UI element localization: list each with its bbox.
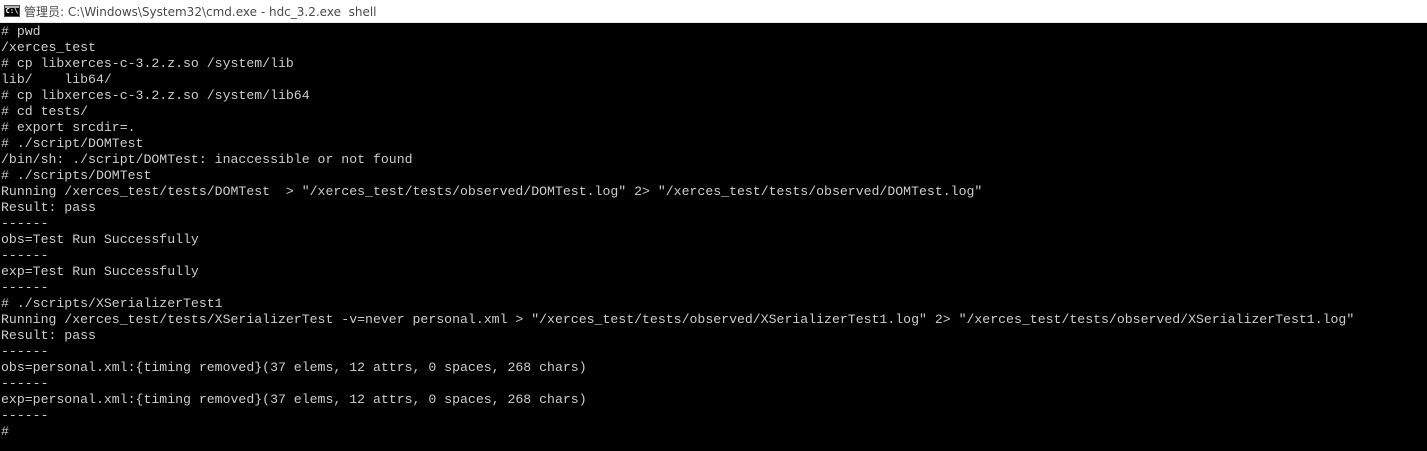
console-line: Result: pass [1, 328, 96, 343]
console-line: ------ [1, 376, 49, 391]
console-line: Result: pass [1, 200, 96, 215]
console-line: exp=personal.xml:{timing removed}(37 ele… [1, 392, 587, 407]
cmd-window: C:\ 管理员: C:\Windows\System32\cmd.exe - h… [0, 0, 1427, 451]
console-line: ------ [1, 408, 49, 423]
console-line: obs=personal.xml:{timing removed}(37 ele… [1, 360, 587, 375]
console-output[interactable]: # pwd /xerces_test # cp libxerces-c-3.2.… [0, 24, 1427, 451]
console-line: Running /xerces_test/tests/DOMTest > "/x… [1, 184, 983, 199]
console-line: /xerces_test [1, 40, 96, 55]
console-line: # [1, 424, 9, 439]
console-line: Running /xerces_test/tests/XSerializerTe… [1, 312, 1355, 327]
console-line: exp=Test Run Successfully [1, 264, 199, 279]
cmd-icon-label: C:\ [5, 6, 19, 15]
console-line: # ./script/DOMTest [1, 136, 144, 151]
console-line: ------ [1, 248, 49, 263]
console-line: lib/ lib64/ [1, 72, 112, 87]
cmd-app-icon[interactable]: C:\ [4, 5, 20, 17]
console-line: ------ [1, 216, 49, 231]
console-line: # cp libxerces-c-3.2.z.so /system/lib [1, 56, 294, 71]
console-line: # pwd [1, 24, 41, 39]
console-line: # ./scripts/XSerializerTest1 [1, 296, 223, 311]
console-line: # cp libxerces-c-3.2.z.so /system/lib64 [1, 88, 310, 103]
window-title: 管理员: C:\Windows\System32\cmd.exe - hdc_3… [24, 4, 377, 19]
console-line: ------ [1, 280, 49, 295]
console-line: # ./scripts/DOMTest [1, 168, 152, 183]
console-line: /bin/sh: ./script/DOMTest: inaccessible … [1, 152, 413, 167]
console-line: # export srcdir=. [1, 120, 136, 135]
title-bar[interactable]: C:\ 管理员: C:\Windows\System32\cmd.exe - h… [0, 0, 1427, 23]
console-line: obs=Test Run Successfully [1, 232, 199, 247]
console-line: # cd tests/ [1, 104, 89, 119]
console-line: ------ [1, 344, 49, 359]
